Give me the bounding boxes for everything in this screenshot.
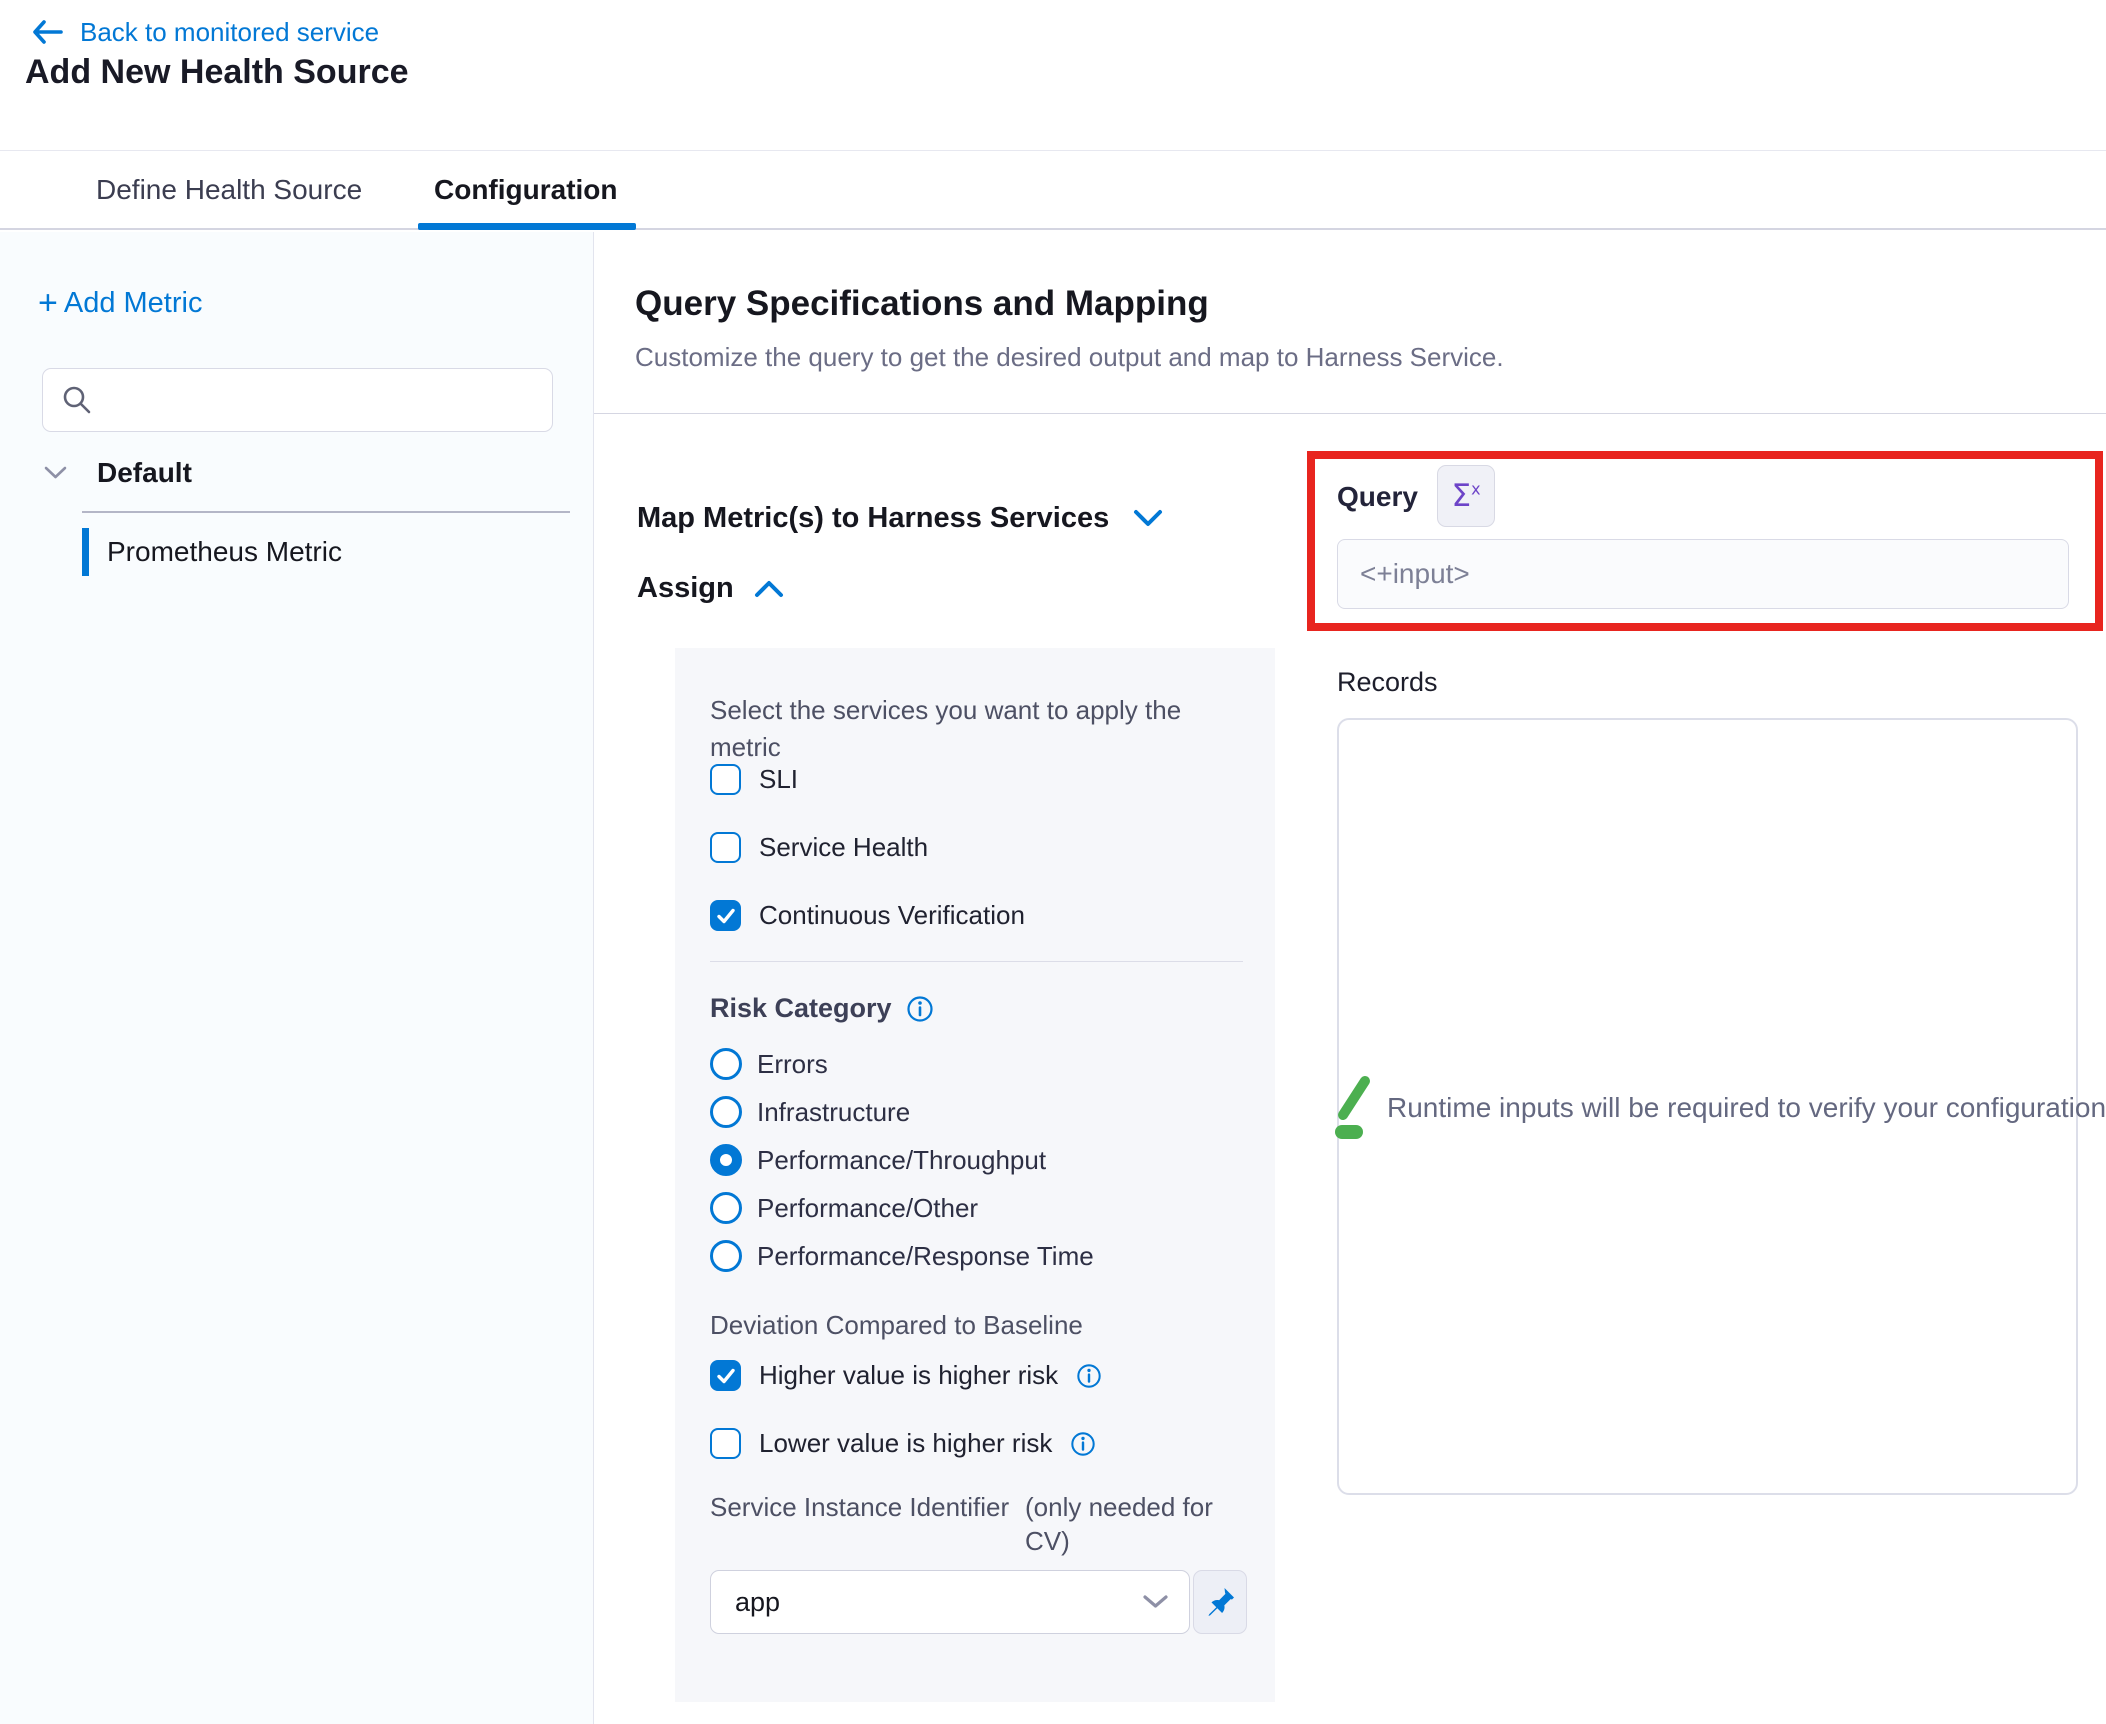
checkbox-checked-icon — [710, 900, 741, 931]
tab-configuration[interactable]: Configuration — [434, 151, 618, 228]
back-link[interactable]: Back to monitored service — [30, 14, 379, 50]
pin-icon — [1203, 1585, 1237, 1619]
assign-section-toggle[interactable]: Assign — [637, 572, 784, 605]
back-link-label: Back to monitored service — [80, 17, 379, 48]
group-divider — [82, 511, 570, 513]
info-icon[interactable] — [906, 995, 934, 1023]
chevron-down-icon — [44, 466, 67, 480]
chevron-down-icon — [1142, 1594, 1169, 1610]
dropdown-value: app — [735, 1587, 1142, 1618]
query-label: Query — [1337, 481, 1418, 513]
checkbox-continuous-verification[interactable]: Continuous Verification — [710, 900, 1025, 931]
map-metrics-label: Map Metric(s) to Harness Services — [637, 502, 1109, 535]
metrics-sidebar: + Add Metric Default Prometheus Metric — [0, 232, 594, 1724]
metric-item-label: Prometheus Metric — [107, 528, 342, 576]
chevron-up-icon — [754, 579, 784, 598]
tab-bar: Define Health Source Configuration — [0, 150, 2106, 230]
risk-category-header: Risk Category — [710, 993, 934, 1024]
radio-label: Performance/Response Time — [757, 1241, 1094, 1272]
checkbox-checked-icon — [710, 1360, 741, 1391]
assign-panel: Select the services you want to apply th… — [675, 648, 1275, 1702]
heading-divider — [594, 413, 2106, 414]
query-highlight-box: Query Σx <+input> — [1307, 451, 2103, 631]
checkbox-label: Continuous Verification — [759, 900, 1025, 931]
metric-search-box[interactable] — [42, 368, 553, 432]
map-metrics-section-toggle[interactable]: Map Metric(s) to Harness Services — [637, 502, 1163, 535]
checkbox-label: Service Health — [759, 832, 928, 863]
page-title: Add New Health Source — [25, 53, 409, 92]
radio-infrastructure[interactable]: Infrastructure — [710, 1096, 910, 1128]
chevron-down-icon — [1133, 509, 1163, 528]
radio-label: Performance/Other — [757, 1193, 978, 1224]
radio-performance-response-time[interactable]: Performance/Response Time — [710, 1240, 1094, 1272]
add-metric-label: Add Metric — [64, 287, 203, 320]
checkbox-icon — [710, 764, 741, 795]
sidebar-item-prometheus-metric[interactable]: Prometheus Metric — [82, 528, 342, 576]
active-tab-underline — [418, 223, 636, 230]
sidebar-group-default[interactable]: Default — [44, 454, 192, 492]
checkbox-lower-value-higher-risk[interactable]: Lower value is higher risk — [710, 1428, 1096, 1459]
service-instance-dropdown[interactable]: app — [710, 1570, 1190, 1634]
back-arrow-icon — [30, 17, 64, 47]
radio-icon — [710, 1048, 742, 1080]
services-prompt: Select the services you want to apply th… — [710, 692, 1225, 766]
checkbox-label: Lower value is higher risk — [759, 1428, 1052, 1459]
records-label: Records — [1337, 667, 1438, 698]
radio-selected-icon — [710, 1144, 742, 1176]
plus-icon: + — [38, 286, 58, 320]
checkbox-service-health[interactable]: Service Health — [710, 832, 928, 863]
main-content: Query Specifications and Mapping Customi… — [594, 232, 2106, 1724]
group-label: Default — [97, 457, 192, 489]
radio-performance-throughput[interactable]: Performance/Throughput — [710, 1144, 1046, 1176]
radio-performance-other[interactable]: Performance/Other — [710, 1192, 978, 1224]
checkbox-sli[interactable]: SLI — [710, 764, 798, 795]
service-instance-note: (only needed for CV) — [1025, 1490, 1240, 1558]
info-icon[interactable] — [1076, 1363, 1102, 1389]
checkbox-icon — [710, 1428, 741, 1459]
add-health-source-page: Back to monitored service Add New Health… — [0, 0, 2106, 1724]
add-metric-button[interactable]: + Add Metric — [38, 286, 202, 320]
panel-divider — [710, 961, 1243, 962]
info-icon[interactable] — [1070, 1431, 1096, 1457]
search-input[interactable] — [107, 385, 534, 416]
expression-builder-button[interactable]: Σx — [1437, 465, 1495, 527]
runtime-input-icon — [1333, 1073, 1373, 1143]
radio-label: Performance/Throughput — [757, 1145, 1046, 1176]
checkbox-label: SLI — [759, 764, 798, 795]
service-instance-label: Service Instance Identifier — [710, 1490, 1020, 1524]
sigma-icon: Σx — [1451, 478, 1480, 514]
search-icon — [61, 384, 93, 416]
radio-icon — [710, 1192, 742, 1224]
radio-label: Infrastructure — [757, 1097, 910, 1128]
selected-item-indicator — [82, 528, 89, 576]
runtime-message-text: Runtime inputs will be required to verif… — [1387, 1092, 2106, 1124]
query-input-value: <+input> — [1360, 558, 1470, 590]
radio-label: Errors — [757, 1049, 828, 1080]
tab-define-health-source[interactable]: Define Health Source — [96, 151, 362, 228]
radio-errors[interactable]: Errors — [710, 1048, 828, 1080]
checkbox-icon — [710, 832, 741, 863]
query-input[interactable]: <+input> — [1337, 539, 2069, 609]
deviation-label: Deviation Compared to Baseline — [710, 1310, 1083, 1341]
radio-icon — [710, 1240, 742, 1272]
runtime-input-message: Runtime inputs will be required to verif… — [1333, 1072, 2106, 1144]
section-heading: Query Specifications and Mapping — [635, 284, 1209, 324]
assign-label: Assign — [637, 572, 734, 605]
radio-icon — [710, 1096, 742, 1128]
risk-category-label: Risk Category — [710, 993, 892, 1024]
fixed-value-pin-button[interactable] — [1193, 1570, 1247, 1634]
checkbox-label: Higher value is higher risk — [759, 1360, 1058, 1391]
checkbox-higher-value-higher-risk[interactable]: Higher value is higher risk — [710, 1360, 1102, 1391]
section-subheading: Customize the query to get the desired o… — [635, 342, 1504, 373]
